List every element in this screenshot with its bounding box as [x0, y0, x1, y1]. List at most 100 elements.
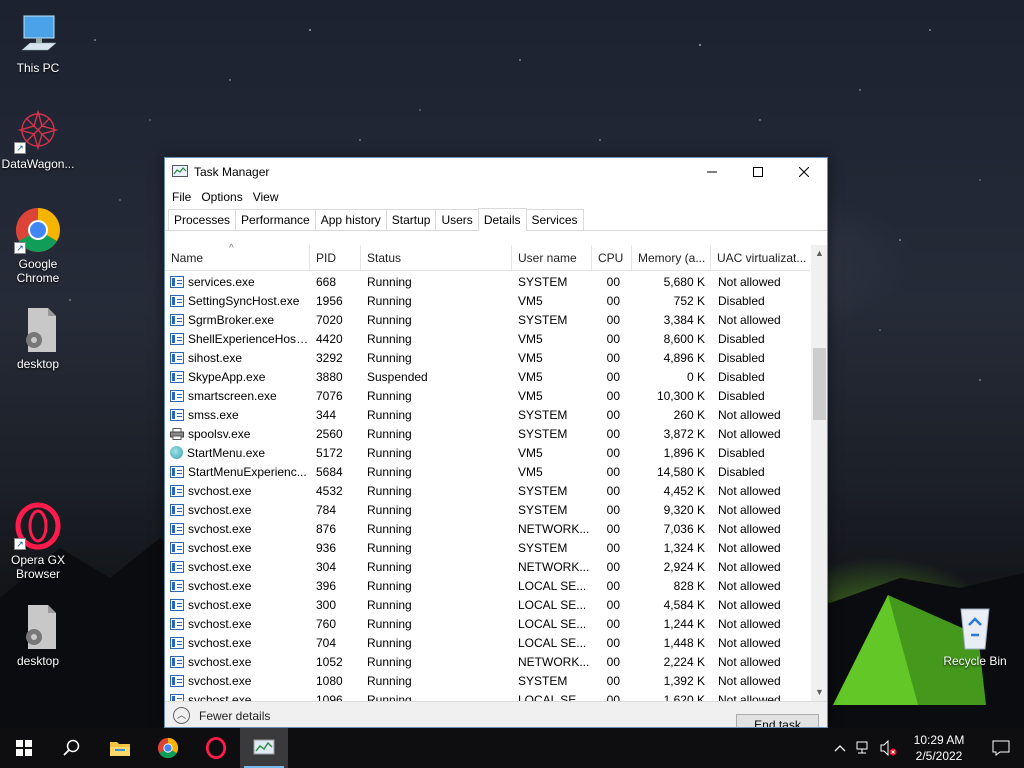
uac-cell: Disabled: [718, 388, 765, 403]
action-center-button[interactable]: [978, 728, 1024, 768]
scroll-down-icon[interactable]: ▼: [811, 684, 827, 701]
title-bar[interactable]: Task Manager: [165, 158, 827, 186]
search-button[interactable]: [48, 728, 96, 768]
clock[interactable]: 10:29 AM 2/5/2022: [900, 732, 978, 764]
status-cell: Running: [367, 274, 412, 289]
start-button[interactable]: [0, 728, 48, 768]
table-row[interactable]: svchost.exe 876 Running NETWORK... 00 7,036 K…: [165, 519, 810, 538]
network-button[interactable]: [852, 728, 876, 768]
desktop-icon-desktop-1[interactable]: desktop: [0, 306, 76, 371]
volume-button[interactable]: [876, 728, 900, 768]
column-header-pid[interactable]: PID: [310, 245, 361, 271]
minimize-button[interactable]: [689, 158, 735, 186]
opera-taskbar-button[interactable]: [192, 728, 240, 768]
file-explorer-button[interactable]: [96, 728, 144, 768]
desktop-icon-opera-gx[interactable]: ↗ Opera GX Browser: [0, 502, 76, 581]
shortcut-arrow-icon: ↗: [14, 538, 26, 550]
desktop-icon-google-chrome[interactable]: ↗ Google Chrome: [0, 206, 76, 285]
column-header-name[interactable]: Name ^: [165, 243, 310, 271]
table-row[interactable]: smartscreen.exe 7076 Running VM5 00 10,300 K D…: [165, 386, 810, 405]
table-row[interactable]: svchost.exe 396 Running LOCAL SE... 00 828 K N…: [165, 576, 810, 595]
table-row[interactable]: svchost.exe 936 Running SYSTEM 00 1,324 K Not …: [165, 538, 810, 557]
menu-view[interactable]: View: [248, 190, 284, 204]
memory-cell: 828 K: [673, 578, 705, 593]
user-name-cell: LOCAL SE...: [518, 692, 587, 702]
table-row[interactable]: svchost.exe 1080 Running SYSTEM 00 1,392 K Not…: [165, 671, 810, 690]
table-row[interactable]: svchost.exe 304 Running NETWORK... 00 2,924 K…: [165, 557, 810, 576]
table-row[interactable]: svchost.exe 1096 Running LOCAL SE... 00 1,620…: [165, 690, 810, 701]
column-header-uac[interactable]: UAC virtualizat...: [711, 245, 810, 271]
memory-cell: 2,924 K: [663, 559, 705, 574]
vertical-scrollbar[interactable]: ▲ ▼: [811, 245, 827, 701]
table-row[interactable]: svchost.exe 1052 Running NETWORK... 00 2,224 …: [165, 652, 810, 671]
start-icon: [16, 740, 32, 756]
tab-users[interactable]: Users: [435, 209, 479, 230]
table-row[interactable]: svchost.exe 704 Running LOCAL SE... 00 1,448 …: [165, 633, 810, 652]
tab-performance[interactable]: Performance: [235, 209, 316, 230]
memory-cell: 3,872 K: [663, 426, 705, 441]
tab-strip: Processes Performance App history Startu…: [165, 208, 827, 231]
table-row[interactable]: SkypeApp.exe 3880 Suspended VM5 00 0 K Disable…: [165, 367, 810, 386]
tab-details[interactable]: Details: [477, 208, 527, 231]
shortcut-arrow-icon: ↗: [14, 242, 26, 254]
pid-cell: 2560: [316, 426, 343, 441]
tab-startup[interactable]: Startup: [385, 209, 437, 230]
table-row[interactable]: spoolsv.exe 2560 Running SYSTEM 00 3,872 K Not…: [165, 424, 810, 443]
memory-cell: 1,896 K: [663, 445, 705, 460]
table-row[interactable]: svchost.exe 4532 Running SYSTEM 00 4,452 K Not…: [165, 481, 810, 500]
desktop-icon-recycle-bin[interactable]: Recycle Bin: [937, 603, 1013, 668]
uac-cell: Not allowed: [718, 673, 781, 688]
process-name-cell: svchost.exe: [165, 636, 310, 650]
fewer-details-label: Fewer details: [199, 708, 271, 723]
process-name: svchost.exe: [188, 654, 252, 669]
tab-services[interactable]: Services: [525, 209, 584, 230]
maximize-button[interactable]: [735, 158, 781, 186]
app-window-icon: [170, 674, 184, 687]
close-button[interactable]: [781, 158, 827, 186]
column-header-user-name[interactable]: User name: [512, 245, 592, 271]
table-row[interactable]: sihost.exe 3292 Running VM5 00 4,896 K Disable…: [165, 348, 810, 367]
end-task-button[interactable]: End task: [736, 714, 819, 727]
process-name-cell: svchost.exe: [165, 579, 310, 593]
column-header-status[interactable]: Status: [361, 245, 512, 271]
desktop-icon-desktop-2[interactable]: desktop: [0, 603, 76, 668]
menu-file[interactable]: File: [167, 190, 196, 204]
desktop-icon-datawagon[interactable]: ↗ DataWagon...: [0, 106, 76, 171]
table-row[interactable]: svchost.exe 784 Running SYSTEM 00 9,320 K Not …: [165, 500, 810, 519]
table-row[interactable]: svchost.exe 760 Running LOCAL SE... 00 1,244 …: [165, 614, 810, 633]
cpu-cell: 00: [606, 635, 620, 650]
table-row[interactable]: services.exe 668 Running SYSTEM 00 5,680 K Not…: [165, 272, 810, 291]
task-manager-taskbar-button[interactable]: [240, 728, 288, 768]
desktop-icon-this-pc[interactable]: This PC: [0, 10, 76, 75]
process-name-cell: SettingSyncHost.exe: [165, 294, 310, 308]
table-row[interactable]: SettingSyncHost.exe 1956 Running VM5 00 752 K…: [165, 291, 810, 310]
memory-cell: 260 K: [673, 407, 705, 422]
chrome-taskbar-button[interactable]: [144, 728, 192, 768]
table-row[interactable]: SgrmBroker.exe 7020 Running SYSTEM 00 3,384 K…: [165, 310, 810, 329]
show-hidden-icons-button[interactable]: [828, 728, 852, 768]
app-window-icon: [170, 370, 184, 383]
printer-icon: [170, 427, 184, 440]
column-header-cpu[interactable]: CPU: [592, 245, 632, 271]
tab-processes[interactable]: Processes: [168, 209, 237, 230]
scrollbar-thumb[interactable]: [813, 348, 826, 420]
network-icon: [856, 741, 868, 754]
fewer-details-link[interactable]: ︿ Fewer details: [165, 707, 270, 724]
user-name-cell: SYSTEM: [518, 426, 568, 441]
tab-app-history[interactable]: App history: [314, 209, 387, 230]
process-name-cell: SgrmBroker.exe: [165, 313, 310, 327]
menu-options[interactable]: Options: [196, 190, 247, 204]
table-row[interactable]: StartMenuExperienc... 5684 Running VM5 00 14,…: [165, 462, 810, 481]
datawagon-icon: ↗: [14, 106, 62, 154]
app-window-icon: [170, 389, 184, 402]
column-header-memory[interactable]: Memory (a...: [632, 245, 711, 271]
pid-cell: 1052: [316, 654, 343, 669]
table-row[interactable]: svchost.exe 300 Running LOCAL SE... 00 4,584 …: [165, 595, 810, 614]
app-window-icon: [170, 332, 184, 345]
table-row[interactable]: StartMenu.exe 5172 Running VM5 00 1,896 K Disa…: [165, 443, 810, 462]
table-row[interactable]: smss.exe 344 Running SYSTEM 00 260 K Not allow…: [165, 405, 810, 424]
volume-muted-icon: [880, 740, 897, 756]
table-row[interactable]: ShellExperienceHost.... 4420 Running VM5 00 8…: [165, 329, 810, 348]
scroll-up-icon[interactable]: ▲: [811, 245, 827, 262]
cpu-cell: 00: [606, 521, 620, 536]
